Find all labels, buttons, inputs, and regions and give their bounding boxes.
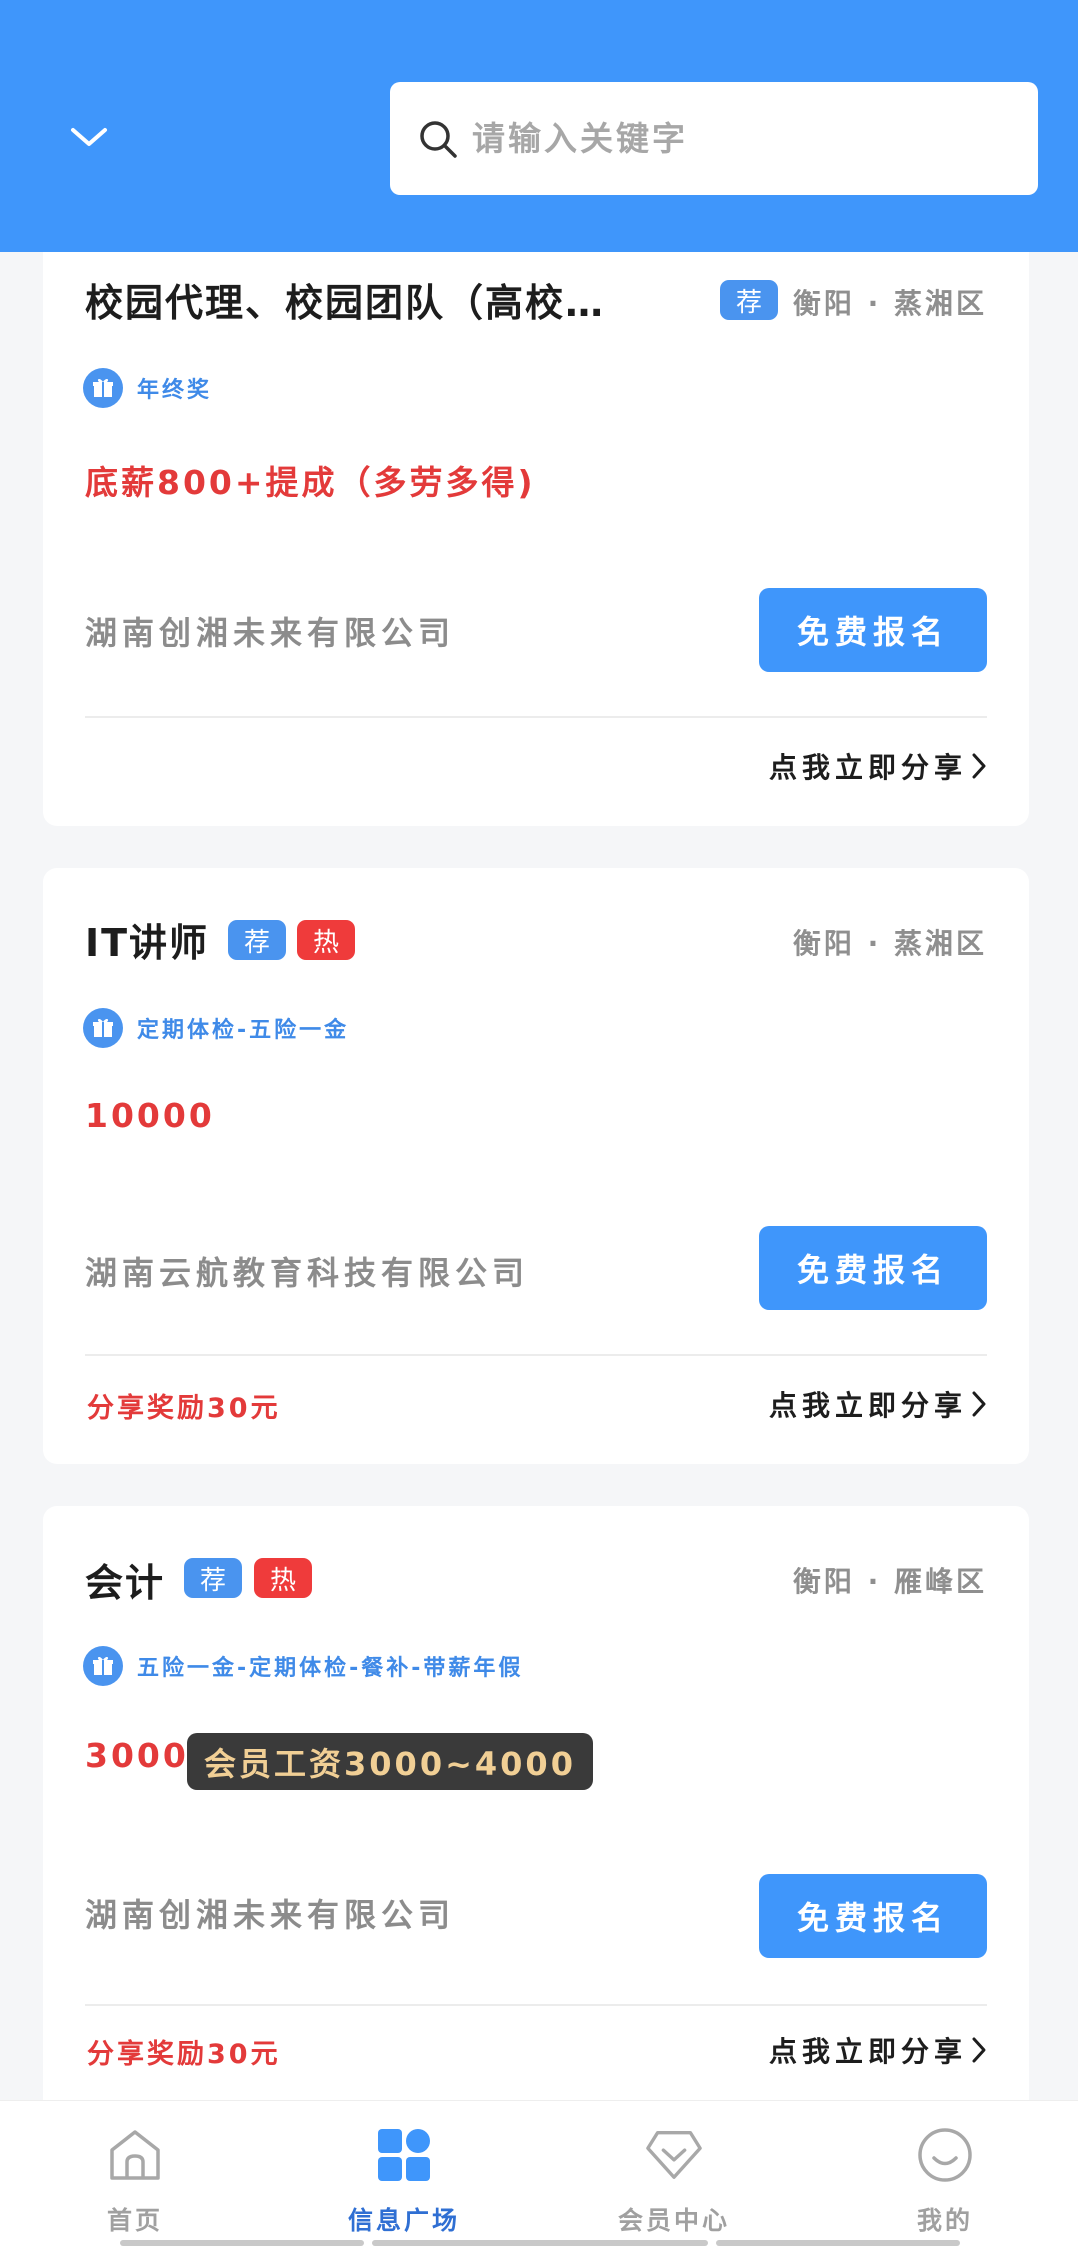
free-signup-button[interactable]: 免费报名: [759, 1874, 987, 1958]
recommended-tag: 荐: [720, 280, 778, 320]
gesture-bar: [716, 2240, 960, 2246]
recommended-tag: 荐: [184, 1558, 242, 1598]
search-input[interactable]: [472, 119, 1012, 158]
job-salary: 3000: [85, 1736, 189, 1775]
benefit-text: 年终奖: [137, 378, 213, 403]
share-link[interactable]: 点我立即分享: [769, 1384, 987, 1424]
job-benefits: 五险一金-定期体检-餐补-带薪年假: [83, 1646, 523, 1686]
benefit-text: 定期体检-五险一金: [137, 1018, 350, 1043]
home-icon: [105, 2125, 165, 2185]
top-header: [0, 0, 1078, 252]
nav-label: 首页: [106, 2206, 163, 2235]
job-benefits: 年终奖: [83, 368, 212, 408]
company-name: 湖南创湘未来有限公司: [85, 614, 456, 652]
share-link[interactable]: 点我立即分享: [769, 2030, 987, 2070]
job-title: IT讲师: [85, 921, 210, 965]
free-signup-button[interactable]: 免费报名: [759, 1226, 987, 1310]
share-link[interactable]: 点我立即分享: [769, 746, 987, 786]
gift-icon: [83, 368, 123, 408]
smiley-icon: [915, 2125, 975, 2185]
job-location: 衡阳 · 蒸湘区: [792, 287, 987, 320]
share-label: 点我立即分享: [768, 751, 967, 784]
search-box[interactable]: [390, 82, 1038, 195]
member-salary-badge: 会员工资3000~4000: [187, 1733, 593, 1790]
share-label: 点我立即分享: [768, 1389, 967, 1422]
job-benefits: 定期体检-五险一金: [83, 1008, 349, 1048]
hot-tag: 热: [254, 1558, 312, 1598]
chevron-down-icon[interactable]: [64, 118, 114, 158]
grid-icon: [374, 2125, 434, 2185]
job-card[interactable]: IT讲师 荐 热 衡阳 · 蒸湘区 定期体检-五险一金 10000 湖南云航教育…: [43, 868, 1029, 1464]
share-reward: 分享奖励30元: [87, 1393, 281, 1424]
share-label: 点我立即分享: [768, 2035, 967, 2068]
nav-item-member-center[interactable]: 会员中心: [574, 2101, 774, 2241]
job-title: 会计: [85, 1561, 166, 1605]
hot-tag: 热: [297, 920, 355, 960]
share-reward: 分享奖励30元: [87, 2039, 281, 2070]
divider: [85, 1354, 987, 1356]
chevron-right-icon: [971, 1390, 987, 1418]
job-title: 校园代理、校园团队（高校…: [85, 281, 606, 325]
benefit-text: 五险一金-定期体检-餐补-带薪年假: [137, 1656, 524, 1681]
diamond-icon: [644, 2125, 704, 2185]
chevron-right-icon: [971, 752, 987, 780]
nav-label: 会员中心: [617, 2206, 730, 2235]
job-location: 衡阳 · 蒸湘区: [792, 927, 987, 960]
gift-icon: [83, 1008, 123, 1048]
divider: [85, 2004, 987, 2006]
nav-label: 信息广场: [347, 2206, 460, 2235]
company-name: 湖南云航教育科技有限公司: [85, 1254, 530, 1292]
free-signup-button[interactable]: 免费报名: [759, 588, 987, 672]
nav-label: 我的: [916, 2206, 973, 2235]
job-salary: 10000: [85, 1096, 215, 1135]
gesture-bar: [372, 2240, 708, 2246]
nav-item-home[interactable]: 首页: [35, 2101, 235, 2241]
nav-item-info-square[interactable]: 信息广场: [304, 2101, 504, 2241]
gift-icon: [83, 1646, 123, 1686]
gesture-bar: [120, 2240, 364, 2246]
job-card[interactable]: 校园代理、校园团队（高校… 荐 衡阳 · 蒸湘区 年终奖 底薪800+提成（多劳…: [43, 200, 1029, 826]
search-icon: [416, 117, 460, 161]
nav-item-mine[interactable]: 我的: [845, 2101, 1045, 2241]
divider: [85, 716, 987, 718]
recommended-tag: 荐: [228, 920, 286, 960]
job-salary: 底薪800+提成（多劳多得): [85, 463, 536, 502]
bottom-nav: 首页 信息广场 会员中心 我的: [0, 2100, 1078, 2251]
chevron-right-icon: [971, 2036, 987, 2064]
job-card[interactable]: 会计 荐 热 衡阳 · 雁峰区 五险一金-定期体检-餐补-带薪年假 3000 会…: [43, 1506, 1029, 2126]
job-location: 衡阳 · 雁峰区: [792, 1565, 987, 1598]
company-name: 湖南创湘未来有限公司: [85, 1896, 456, 1934]
